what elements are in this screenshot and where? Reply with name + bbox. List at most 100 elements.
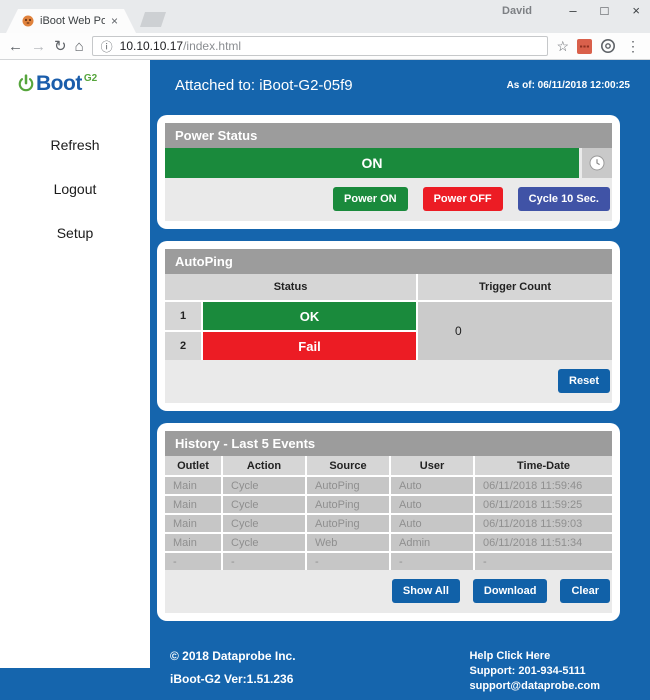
history-cell: Cycle	[223, 496, 305, 513]
cycle-button[interactable]: Cycle 10 Sec.	[518, 187, 610, 211]
history-cell: Main	[165, 534, 221, 551]
browser-profile-name[interactable]: David	[502, 5, 532, 17]
show-all-button[interactable]: Show All	[392, 579, 460, 603]
page-header: Attached to: iBoot-G2-05f9 As of: 06/11/…	[150, 60, 650, 115]
tab-title: iBoot Web Power Switch	[40, 15, 105, 27]
tab-close-icon[interactable]: ×	[111, 14, 126, 28]
browser-tab[interactable]: iBoot Web Power Switch ×	[6, 9, 136, 33]
power-off-button[interactable]: Power OFF	[423, 187, 503, 211]
reset-button[interactable]: Reset	[558, 369, 610, 393]
history-cell: AutoPing	[307, 477, 389, 494]
history-col-time: Time-Date	[475, 456, 612, 475]
history-body: Outlet Action Source User Time-Date Main…	[165, 456, 612, 613]
autoping-table: Status Trigger Count 1 OK 0 2 Fail	[165, 274, 612, 360]
history-cell: 06/11/2018 11:59:03	[475, 515, 612, 532]
history-cell: -	[475, 553, 612, 570]
cycle-timer-cell[interactable]	[582, 148, 612, 178]
sidebar-menu: Refresh Logout Setup	[0, 137, 150, 241]
autoping-row-index: 2	[165, 332, 201, 360]
browser-menu-icon[interactable]: ⋮	[624, 38, 642, 55]
download-button[interactable]: Download	[473, 579, 548, 603]
history-cell: Cycle	[223, 515, 305, 532]
logo-sup: G2	[84, 73, 97, 84]
history-cell: Auto	[391, 515, 473, 532]
page-footer: © 2018 Dataprobe Inc. iBoot-G2 Ver:1.51.…	[150, 633, 650, 695]
history-col-source: Source	[307, 456, 389, 475]
autoping-status-1: OK	[203, 302, 416, 330]
history-panel: History - Last 5 Events Outlet Action So…	[157, 423, 620, 621]
as-of-timestamp: As of: 06/11/2018 12:00:25	[507, 77, 630, 91]
history-cell: Main	[165, 515, 221, 532]
forward-icon[interactable]: →	[31, 39, 46, 54]
autoping-title: AutoPing	[165, 249, 612, 274]
power-status-title: Power Status	[165, 123, 612, 148]
footer-version: iBoot-G2 Ver:1.51.236	[170, 672, 296, 686]
reload-icon[interactable]: ↻	[54, 39, 67, 54]
history-cell: Auto	[391, 477, 473, 494]
minimize-icon[interactable]: –	[569, 2, 576, 20]
history-cell: 06/11/2018 11:59:46	[475, 477, 612, 494]
browser-chrome: iBoot Web Power Switch × David – □ × ← →…	[0, 0, 650, 60]
clock-icon	[589, 155, 605, 171]
power-state-row: ON	[165, 148, 612, 178]
iboot-favicon-icon	[22, 15, 34, 27]
autoping-footer: Reset	[165, 360, 612, 403]
history-cell: -	[307, 553, 389, 570]
back-icon[interactable]: ←	[8, 39, 23, 54]
history-cell: -	[165, 553, 221, 570]
history-cell: Main	[165, 477, 221, 494]
history-cell: Web	[307, 534, 389, 551]
history-col-action: Action	[223, 456, 305, 475]
history-col-user: User	[391, 456, 473, 475]
page-info-icon[interactable]: ⓘ	[101, 38, 113, 55]
iboot-page: Boot G2 Refresh Logout Setup Attached to…	[0, 60, 650, 700]
autoping-col-trigger: Trigger Count	[418, 274, 612, 300]
address-bar[interactable]: ⓘ 10.10.10.17/index.html	[92, 36, 549, 56]
bookmark-star-icon[interactable]: ☆	[556, 38, 569, 55]
history-cell: Auto	[391, 496, 473, 513]
history-cell: 06/11/2018 11:51:34	[475, 534, 612, 551]
autoping-status-2: Fail	[203, 332, 416, 360]
extension-red-icon[interactable]	[577, 39, 592, 54]
history-cell: Admin	[391, 534, 473, 551]
history-cell: Cycle	[223, 477, 305, 494]
sidebar-item-setup[interactable]: Setup	[0, 225, 150, 241]
maximize-icon[interactable]: □	[601, 2, 609, 20]
extension-ring-icon[interactable]	[600, 38, 616, 54]
close-icon[interactable]: ×	[632, 2, 640, 20]
attached-to-title: Attached to: iBoot-G2-05f9	[175, 77, 353, 94]
sidebar-item-refresh[interactable]: Refresh	[0, 137, 150, 153]
autoping-row-index: 1	[165, 302, 201, 330]
home-icon[interactable]: ⌂	[75, 39, 84, 54]
footer-support-email[interactable]: support@dataprobe.com	[469, 679, 600, 694]
power-icon	[16, 73, 36, 95]
history-cell: 06/11/2018 11:59:25	[475, 496, 612, 513]
sidebar-item-logout[interactable]: Logout	[0, 181, 150, 197]
power-on-button[interactable]: Power ON	[333, 187, 408, 211]
browser-toolbar: ← → ↻ ⌂ ⓘ 10.10.10.17/index.html ☆ ⋮	[0, 33, 650, 60]
tab-strip: iBoot Web Power Switch × David – □ ×	[0, 0, 650, 33]
history-footer: Show All Download Clear	[165, 570, 612, 613]
history-title: History - Last 5 Events	[165, 431, 612, 456]
window-controls: – □ ×	[569, 2, 640, 20]
url-host: 10.10.10.17	[120, 39, 183, 53]
url-text[interactable]: 10.10.10.17/index.html	[120, 39, 241, 53]
footer-help-link[interactable]: Help Click Here	[469, 649, 600, 664]
history-table: Outlet Action Source User Time-Date Main…	[165, 456, 612, 570]
history-cell: AutoPing	[307, 496, 389, 513]
clear-button[interactable]: Clear	[560, 579, 610, 603]
history-cell: -	[223, 553, 305, 570]
url-path: /index.html	[183, 39, 241, 53]
history-cell: Main	[165, 496, 221, 513]
power-buttons-row: Power ON Power OFF Cycle 10 Sec.	[165, 178, 612, 221]
history-col-outlet: Outlet	[165, 456, 221, 475]
power-status-body: ON Power ON Power OFF Cycle 10 Sec.	[165, 148, 612, 221]
autoping-panel: AutoPing Status Trigger Count 1 OK 0 2 F…	[157, 241, 620, 411]
power-status-panel: Power Status ON Power ON Power OFF Cycle…	[157, 115, 620, 229]
autoping-body: Status Trigger Count 1 OK 0 2 Fail Reset	[165, 274, 612, 403]
footer-support-phone: Support: 201-934-5111	[469, 664, 600, 679]
footer-right: Help Click Here Support: 201-934-5111 su…	[469, 649, 600, 695]
iboot-logo: Boot G2	[16, 73, 150, 95]
logo-text: Boot	[36, 73, 82, 95]
new-tab-button[interactable]	[140, 12, 166, 27]
